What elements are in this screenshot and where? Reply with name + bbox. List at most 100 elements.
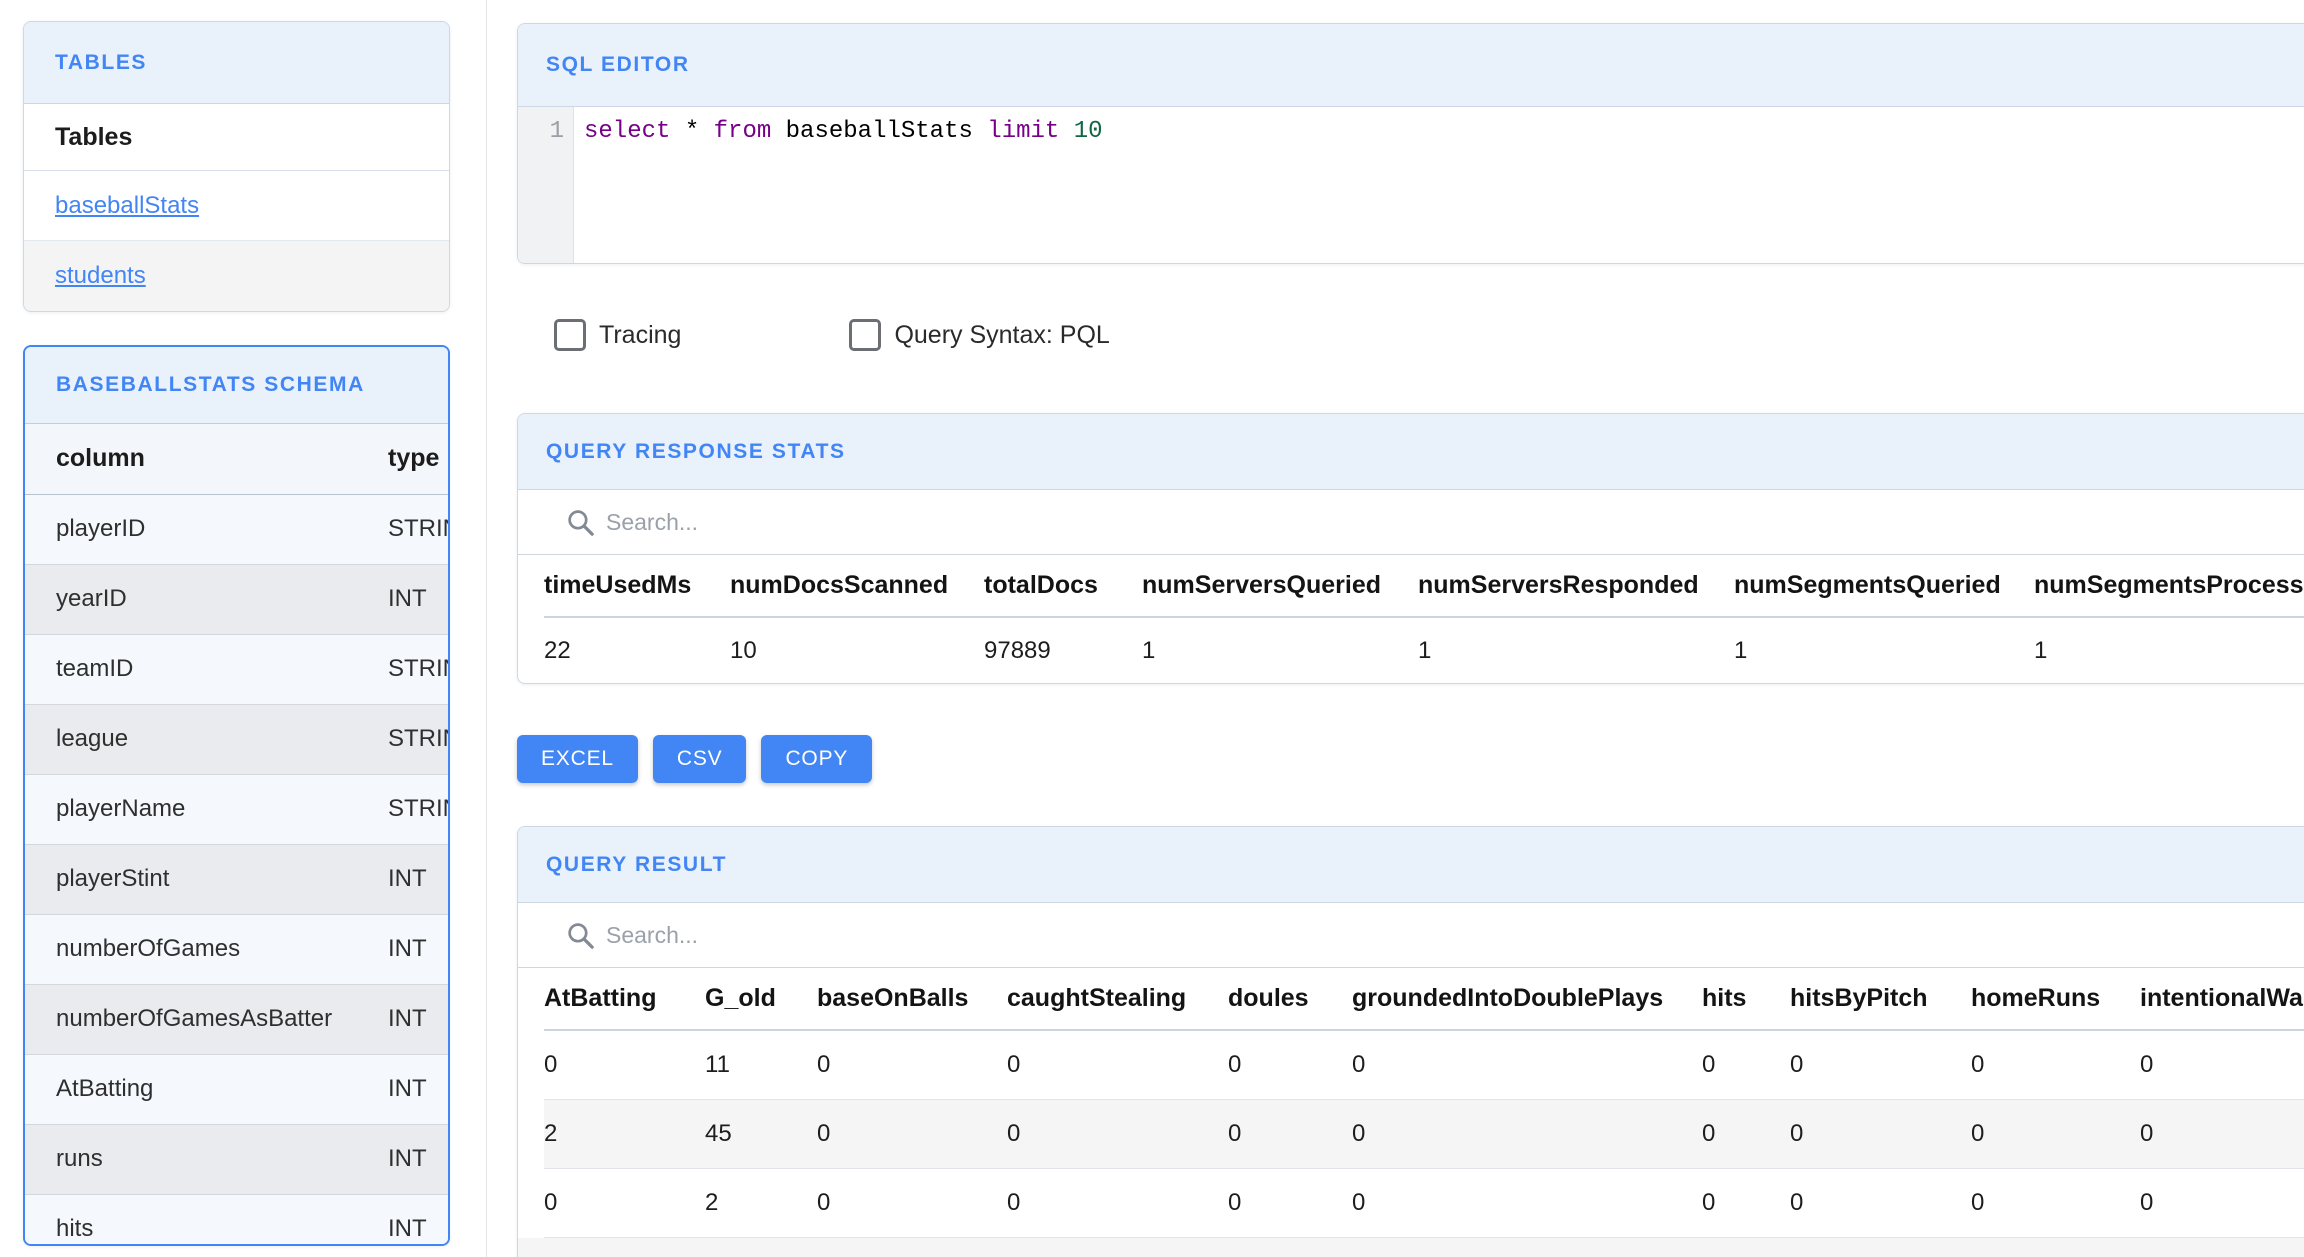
sidebar-item-students[interactable]: students bbox=[24, 241, 449, 311]
column-header: numServersQueried bbox=[1142, 555, 1418, 618]
cell: 0 bbox=[1007, 1099, 1228, 1169]
cell: INT bbox=[357, 844, 448, 915]
stats-panel-header: QUERY RESPONSE STATS bbox=[518, 414, 2304, 490]
cell: 0 bbox=[1228, 1030, 1352, 1100]
line-number: 1 bbox=[549, 118, 564, 145]
cell: 22 bbox=[544, 637, 571, 664]
cell: hits bbox=[25, 1194, 357, 1244]
line-number-gutter: 1 bbox=[518, 107, 574, 263]
code-line: select * from baseballStats limit 10 bbox=[584, 116, 2304, 148]
cell: 0 bbox=[1007, 1168, 1228, 1238]
cell: playerName bbox=[25, 774, 357, 845]
cell: 0 bbox=[1971, 1168, 2140, 1238]
pql-option[interactable]: Query Syntax: PQL bbox=[849, 319, 1110, 351]
column-header: homeRuns bbox=[1971, 968, 2140, 1031]
response-stats-table: timeUsedMs numDocsScanned totalDocs numServ… bbox=[544, 555, 2304, 683]
table-row: yearID INT bbox=[25, 564, 448, 635]
column-header: numSegmentsProcessed bbox=[2034, 555, 2304, 618]
pql-label: Query Syntax: PQL bbox=[894, 320, 1110, 349]
tables-panel-header: TABLES bbox=[24, 22, 449, 104]
cell: STRING bbox=[357, 494, 448, 565]
column-header: caughtStealing bbox=[1007, 968, 1228, 1031]
sql-editor-title: SQL EDITOR bbox=[546, 53, 690, 76]
table-row: 2 45 0 0 0 0 0 0 0 0 bbox=[544, 1099, 2304, 1169]
sql-editor-panel: SQL EDITOR 1 select * from baseballStats… bbox=[517, 23, 2304, 264]
tables-panel: TABLES Tables baseballStats students bbox=[23, 21, 450, 312]
cell: yearID bbox=[25, 564, 357, 635]
table-row: teamIDSTRING bbox=[25, 634, 448, 705]
table-row: playerStint INT bbox=[25, 844, 448, 915]
tracing-option[interactable]: Tracing bbox=[554, 319, 681, 351]
sql-code-editor[interactable]: 1 select * from baseballStats limit 10 bbox=[518, 107, 2304, 263]
search-icon bbox=[565, 920, 596, 951]
result-search-bar[interactable] bbox=[518, 903, 2304, 968]
cell: 0 bbox=[2140, 1099, 2304, 1169]
column-header: groundedIntoDoublePlays bbox=[1352, 968, 1702, 1031]
cell: numberOfGames bbox=[25, 914, 357, 985]
column-header: hitsByPitch bbox=[1790, 968, 1971, 1031]
baseballstats-link[interactable]: baseballStats bbox=[55, 192, 199, 220]
cell: 0 bbox=[1702, 1099, 1790, 1169]
cell: 0 bbox=[1352, 1168, 1702, 1238]
schema-panel-title: BASEBALLSTATS SCHEMA bbox=[56, 373, 365, 396]
cell: 0 bbox=[1971, 1099, 2140, 1169]
cell: league bbox=[25, 704, 357, 775]
result-search-input[interactable] bbox=[606, 921, 1206, 949]
cell: 10 bbox=[730, 637, 757, 664]
tracing-checkbox[interactable] bbox=[554, 319, 586, 351]
cell: 0 bbox=[544, 1168, 705, 1238]
cell: INT bbox=[357, 1194, 448, 1244]
cell: 2 bbox=[544, 1099, 705, 1169]
cell: 0 bbox=[1971, 1030, 2140, 1100]
table-row: leagueSTRING bbox=[25, 704, 448, 775]
cell: 0 bbox=[1228, 1099, 1352, 1169]
query-response-stats-panel: QUERY RESPONSE STATS timeUsedMsnumD bbox=[517, 413, 2304, 684]
cell: 0 bbox=[1702, 1168, 1790, 1238]
table-row: numberOfGamesAsBatter INT bbox=[25, 984, 448, 1055]
excel-button[interactable]: EXCEL bbox=[517, 735, 638, 783]
cell: playerStint bbox=[25, 844, 357, 915]
column-header: totalDocs bbox=[984, 555, 1142, 618]
stats-search-input[interactable] bbox=[606, 508, 1206, 536]
table-row: numberOfGames INT bbox=[25, 914, 448, 985]
cell: 0 bbox=[817, 1030, 1007, 1100]
cell: 0 bbox=[1702, 1030, 1790, 1100]
cell: 0 bbox=[1790, 1030, 1971, 1100]
cell: 0 bbox=[1790, 1099, 1971, 1169]
stats-panel-title: QUERY RESPONSE STATS bbox=[546, 439, 846, 463]
pql-checkbox[interactable] bbox=[849, 319, 882, 351]
cell: 0 bbox=[2140, 1168, 2304, 1238]
cell: 0 bbox=[1352, 1030, 1702, 1100]
cell: 0 bbox=[1352, 1099, 1702, 1169]
cell: STRING bbox=[357, 774, 448, 845]
cell: playerID bbox=[25, 494, 357, 565]
cell: 0 bbox=[544, 1030, 705, 1100]
column-header: numDocsScanned bbox=[730, 555, 984, 618]
cell: 11 bbox=[705, 1030, 817, 1100]
column-header: G_old bbox=[705, 968, 817, 1031]
column-header: type bbox=[357, 424, 448, 495]
cell: 0 bbox=[1228, 1168, 1352, 1238]
export-controls: EXCEL CSV COPY Show JSON format bbox=[517, 735, 2304, 783]
cell: 1 bbox=[2034, 637, 2048, 664]
tables-list-header: Tables bbox=[24, 104, 449, 171]
sql-editor-header: SQL EDITOR bbox=[518, 24, 2304, 107]
result-panel-header: QUERY RESULT bbox=[518, 827, 2304, 903]
cell: 1 bbox=[1734, 637, 1748, 664]
copy-button[interactable]: COPY bbox=[761, 735, 873, 783]
sidebar-item-baseballstats[interactable]: baseballStats bbox=[24, 171, 449, 241]
code-area[interactable]: select * from baseballStats limit 10 bbox=[574, 107, 2304, 263]
table-row: runs INT bbox=[25, 1124, 448, 1195]
code-token-plain: * bbox=[670, 118, 714, 145]
tables-panel-title: TABLES bbox=[55, 50, 148, 74]
code-token-plain: baseballStats bbox=[771, 118, 988, 145]
result-panel-title: QUERY RESULT bbox=[546, 852, 727, 876]
stats-search-bar[interactable] bbox=[518, 490, 2304, 555]
cell: 97889 bbox=[984, 637, 1051, 664]
query-console-page: TABLES Tables baseballStats students BAS… bbox=[0, 0, 2304, 1257]
cell: 0 bbox=[817, 1099, 1007, 1169]
students-link[interactable]: students bbox=[55, 262, 146, 290]
csv-button[interactable]: CSV bbox=[652, 735, 747, 783]
cell: INT bbox=[357, 914, 448, 985]
cell: 2 bbox=[705, 1168, 817, 1238]
